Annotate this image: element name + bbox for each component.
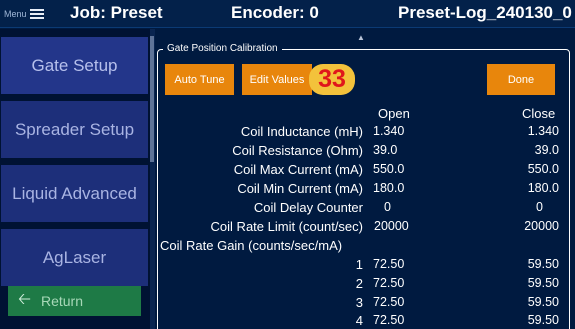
gain-value-close: 59.50 — [527, 276, 559, 290]
gain-row-index: 2 — [355, 276, 363, 291]
gain-row-index: 4 — [355, 313, 363, 328]
edit-values-button[interactable]: Edit Values — [242, 64, 312, 95]
gain-value-close: 59.50 — [527, 313, 559, 327]
menu-label: Menu — [4, 9, 27, 19]
row-label-coil-resistance: Coil Resistance (Ohm) — [232, 143, 363, 158]
row-label-coil-inductance: Coil Inductance (mH) — [240, 124, 363, 139]
row-label-coil-delay-counter: Coil Delay Counter — [253, 200, 363, 215]
count-badge: 33 — [309, 64, 355, 95]
caret-up-icon[interactable]: ▲ — [357, 33, 365, 42]
done-button[interactable]: Done — [487, 64, 555, 95]
value-close-coil-delay-counter: 0 — [536, 200, 543, 214]
job-title: Job: Preset — [70, 3, 163, 22]
group-title: Gate Position Calibration — [163, 43, 282, 54]
return-button[interactable]: 🡠 Return — [8, 286, 141, 316]
row-label-coil-rate-limit: Coil Rate Limit (count/sec) — [210, 219, 363, 234]
value-open-coil-rate-limit: 20000 — [374, 219, 409, 233]
row-label-coil-min-current: Coil Min Current (mA) — [237, 181, 363, 196]
scrollbar-thumb[interactable] — [150, 36, 154, 162]
gain-value-open: 72.50 — [373, 257, 405, 271]
value-open-coil-inductance: 1.340 — [373, 124, 405, 138]
gain-value-open: 72.50 — [373, 313, 405, 327]
value-close-coil-rate-limit: 20000 — [524, 219, 559, 233]
log-title: Preset-Log_240130_0 — [398, 3, 572, 22]
sidebar-item-gate-setup[interactable]: Gate Setup — [1, 37, 148, 94]
value-open-coil-max-current: 550.0 — [373, 162, 405, 176]
top-bar: Menu Job: Preset Encoder: 0 Preset-Log_2… — [0, 0, 575, 28]
coil-rate-gain-label: Coil Rate Gain (counts/sec/mA) — [160, 238, 343, 253]
gain-row-index: 3 — [355, 295, 363, 310]
auto-tune-button[interactable]: Auto Tune — [165, 64, 234, 95]
arrow-left-icon: 🡠 — [18, 290, 31, 308]
gain-row-index: 1 — [355, 257, 363, 272]
row-label-coil-max-current: Coil Max Current (mA) — [233, 162, 363, 177]
sidebar-item-liquid-advanced[interactable]: Liquid Advanced — [1, 165, 148, 222]
value-open-coil-resistance: 39.0 — [373, 143, 398, 157]
sidebar: Gate Setup Spreader Setup Liquid Advance… — [0, 29, 150, 329]
value-close-coil-inductance: 1.340 — [527, 124, 559, 138]
value-close-coil-max-current: 550.0 — [527, 162, 559, 176]
column-header-close: Close — [522, 106, 556, 121]
sidebar-item-aglaser[interactable]: AgLaser — [1, 229, 148, 286]
gain-value-close: 59.50 — [527, 257, 559, 271]
value-open-coil-min-current: 180.0 — [373, 181, 405, 195]
sidebar-item-spreader-setup[interactable]: Spreader Setup — [1, 101, 148, 158]
value-close-coil-min-current: 180.0 — [527, 181, 559, 195]
column-header-open: Open — [378, 106, 410, 121]
gain-value-open: 72.50 — [373, 276, 405, 290]
hamburger-icon — [29, 8, 44, 20]
menu-button[interactable]: Menu — [4, 6, 44, 22]
encoder-title: Encoder: 0 — [231, 3, 319, 22]
gain-value-open: 72.50 — [373, 295, 405, 309]
value-close-coil-resistance: 39.0 — [534, 143, 559, 157]
gain-value-close: 59.50 — [527, 295, 559, 309]
value-open-coil-delay-counter: 0 — [384, 200, 391, 214]
return-label: Return — [40, 293, 83, 309]
